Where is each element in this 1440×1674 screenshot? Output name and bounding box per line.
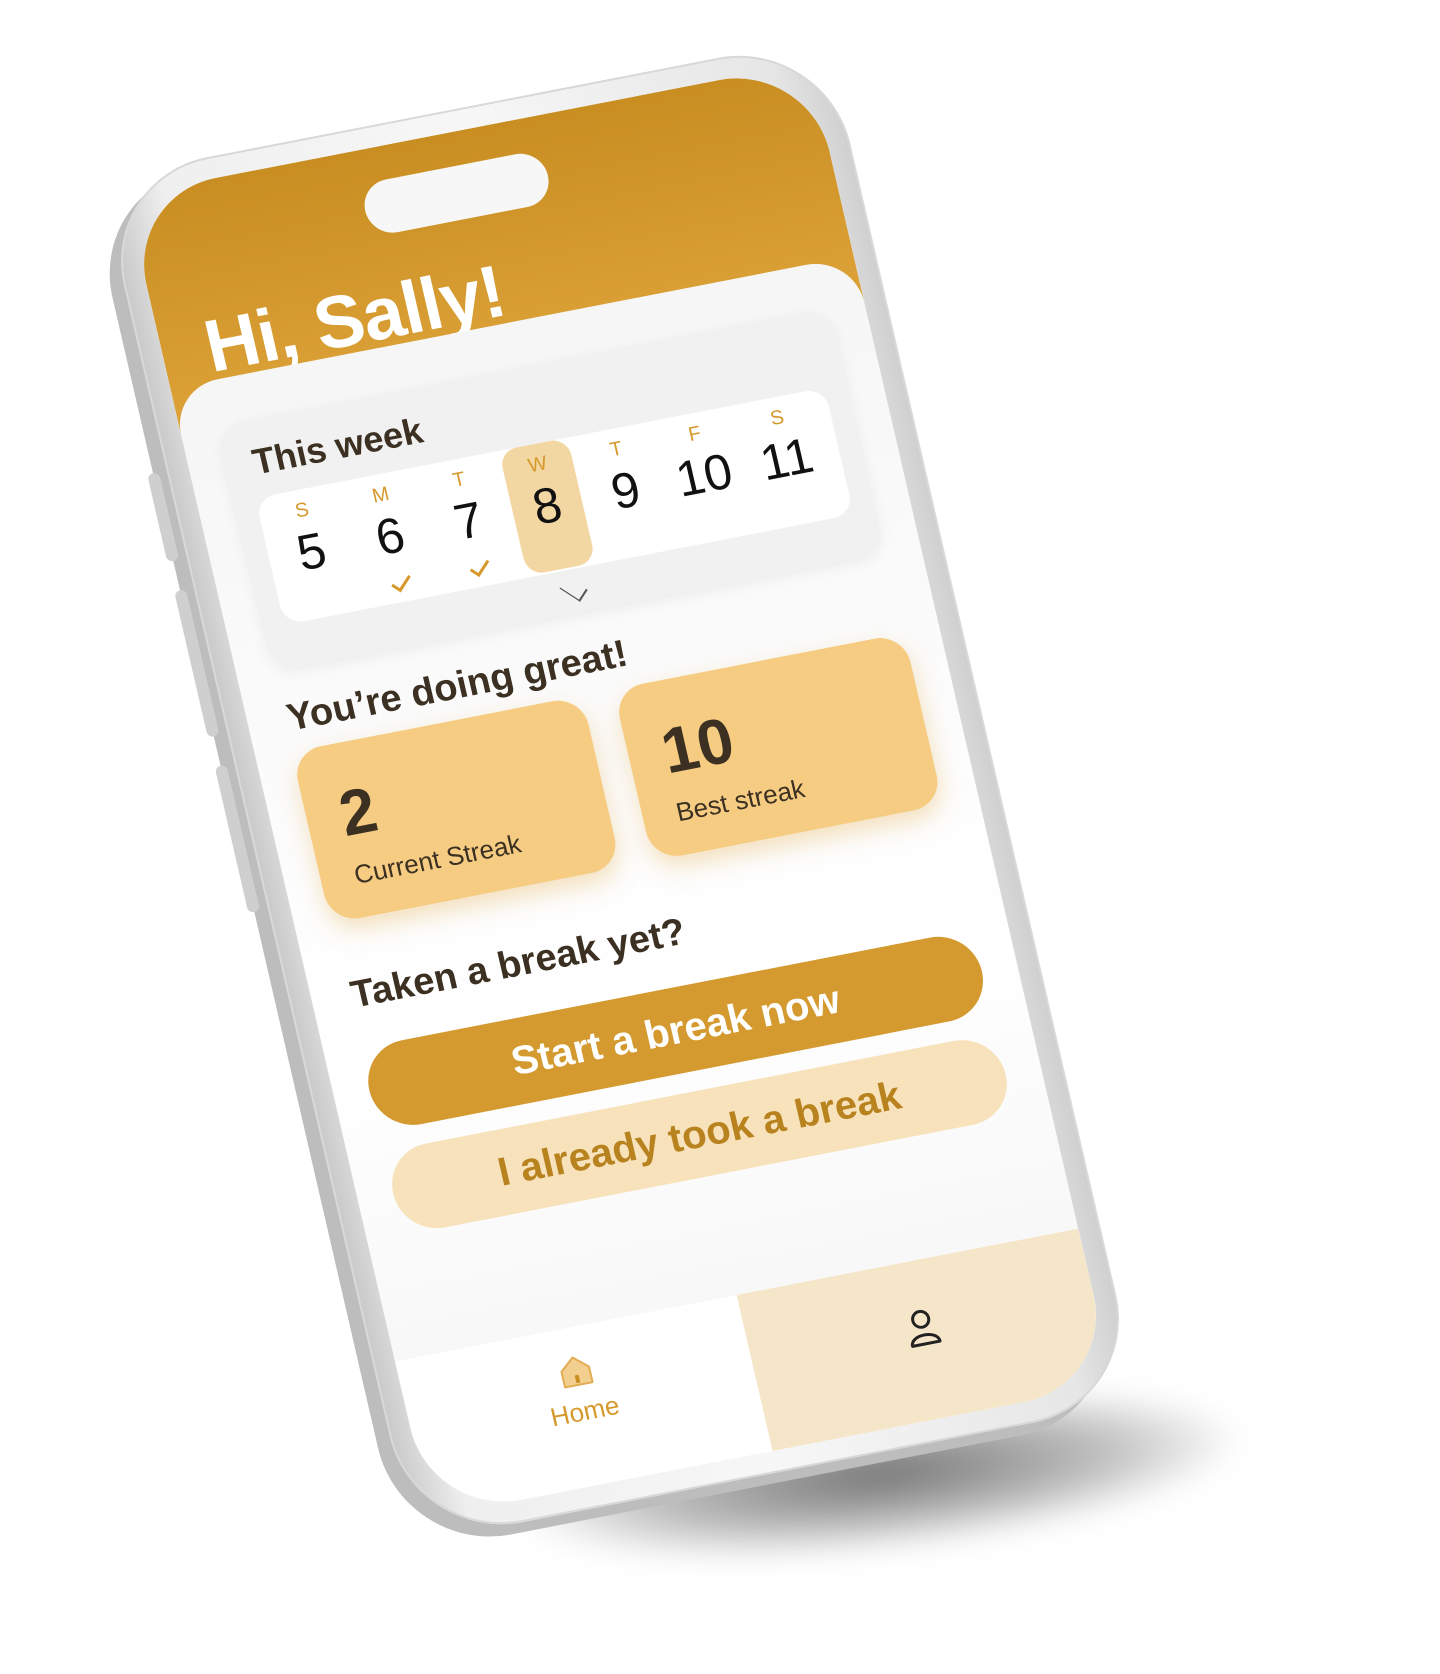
day-friday[interactable]: F 10 xyxy=(656,407,754,545)
dynamic-island xyxy=(359,149,554,238)
best-streak-card: 10 Best streak xyxy=(613,632,944,862)
chevron-down-icon[interactable] xyxy=(559,576,588,602)
check-icon xyxy=(469,555,490,578)
day-saturday[interactable]: S 11 xyxy=(738,391,836,529)
phone-side-button xyxy=(147,472,180,563)
home-icon xyxy=(560,1356,594,1389)
day-number: 5 xyxy=(291,521,332,582)
person-icon xyxy=(911,1309,942,1348)
app-screen: Hi, Sally! This week S 5 M 6 T 7 W 8 T 9… xyxy=(125,62,1115,1518)
day-number: 6 xyxy=(370,506,411,567)
phone-frame: Hi, Sally! This week S 5 M 6 T 7 W 8 T 9… xyxy=(99,36,1141,1544)
phone-mockup: Hi, Sally! This week S 5 M 6 T 7 W 8 T 9… xyxy=(99,36,1141,1544)
check-icon xyxy=(391,570,411,593)
day-number: 8 xyxy=(527,475,568,536)
day-number: 7 xyxy=(448,490,489,551)
day-number: 9 xyxy=(605,460,646,521)
current-streak-value: 2 xyxy=(332,772,384,850)
phone-side-button xyxy=(174,589,220,738)
best-streak-value: 10 xyxy=(654,703,741,788)
phone-side-button xyxy=(214,764,261,914)
day-number: 11 xyxy=(754,426,819,492)
week-card: This week S 5 M 6 T 7 W 8 T 9 F 10 S 11 xyxy=(216,307,886,673)
day-number: 10 xyxy=(670,442,738,508)
scene: Hi, Sally! This week S 5 M 6 T 7 W 8 T 9… xyxy=(0,0,1440,1674)
